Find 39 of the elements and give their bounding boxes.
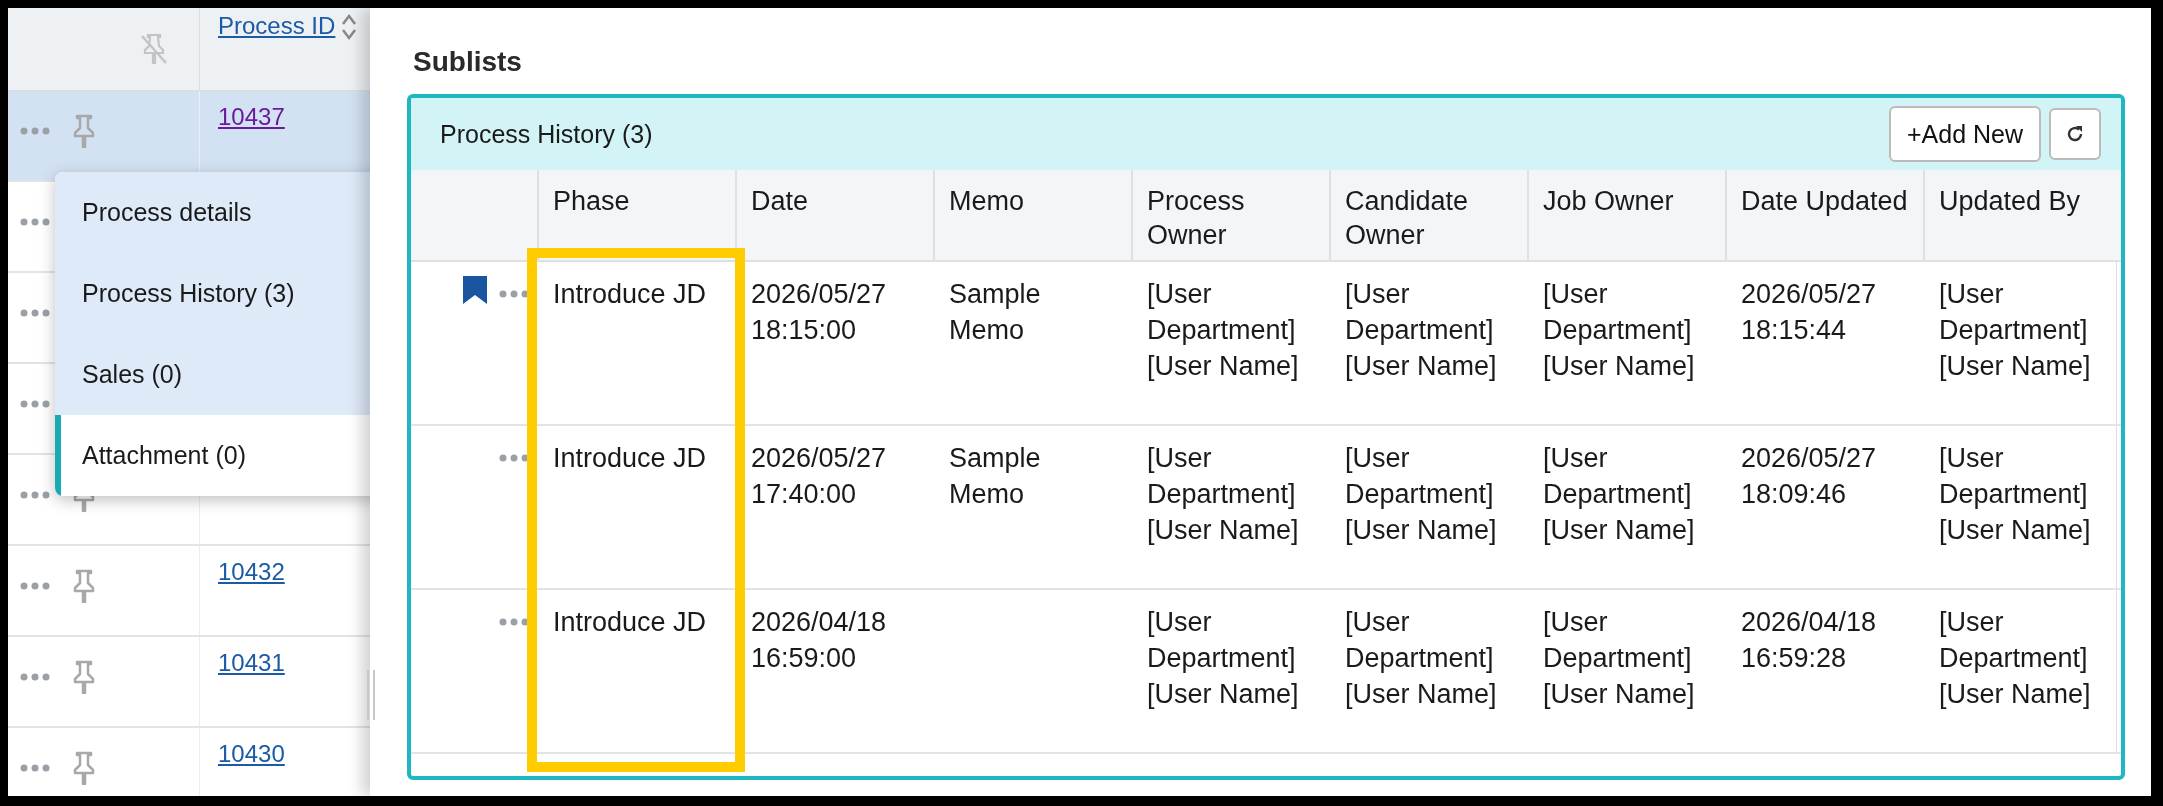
sortable-header-link[interactable]: Process ID [218, 12, 336, 40]
column-header: Process Owner [1133, 170, 1331, 262]
table-cell: [User Department] [User Name] [1925, 590, 2121, 754]
table-cell: [User Department] [User Name] [1925, 262, 2121, 426]
section-title: Sublists [412, 45, 523, 79]
table-cell: [User Department] [User Name] [1331, 590, 1529, 754]
table-cell: Sample Memo [935, 426, 1133, 590]
list-row[interactable]: 10437 [8, 91, 370, 182]
table-cell: [User Department] [User Name] [1133, 262, 1331, 426]
table-cell: 2026/04/18 16:59:28 [1727, 590, 1925, 754]
table-cell: 2026/05/27 18:15:00 [737, 262, 935, 426]
record-number-link[interactable]: 10430 [218, 740, 285, 767]
record-number-link[interactable]: 10437 [218, 103, 285, 130]
add-new-button[interactable]: +Add New [1888, 106, 2041, 162]
table-cell: [User Department] [User Name] [1133, 426, 1331, 590]
column-header: Date Updated [1727, 170, 1925, 262]
table-cell: Introduce JD [539, 590, 737, 754]
table-cell: [User Department] [User Name] [1133, 590, 1331, 754]
column-header: Date [737, 170, 935, 262]
table-cell: Sample Memo [935, 262, 1133, 426]
table-cell: 2026/04/18 16:59:00 [737, 590, 935, 754]
table-cell: 2026/05/27 17:40:00 [737, 426, 935, 590]
record-number-link[interactable]: 10431 [218, 649, 285, 676]
table-cell: Introduce JD [539, 262, 737, 426]
table-cell: [User Department] [User Name] [1331, 426, 1529, 590]
table-cell: Introduce JD [539, 426, 737, 590]
table-cell: 2026/05/27 18:09:46 [1727, 426, 1925, 590]
table-cell: [User Department] [User Name] [1529, 262, 1727, 426]
panel-title: Process History (3) [440, 119, 653, 149]
table-cell: [User Department] [User Name] [1529, 590, 1727, 754]
column-header: Updated By [1925, 170, 2121, 262]
table-cell: [User Department] [User Name] [1331, 262, 1529, 426]
record-number-link[interactable]: 10432 [218, 558, 285, 585]
column-header: Memo [935, 170, 1133, 262]
table-cell: [User Department] [User Name] [1925, 426, 2121, 590]
table-cell: [User Department] [User Name] [1529, 426, 1727, 590]
table-cell: 2026/05/27 18:15:44 [1727, 262, 1925, 426]
column-header: Job Owner [1529, 170, 1727, 262]
column-header: Candidate Owner [1331, 170, 1529, 262]
